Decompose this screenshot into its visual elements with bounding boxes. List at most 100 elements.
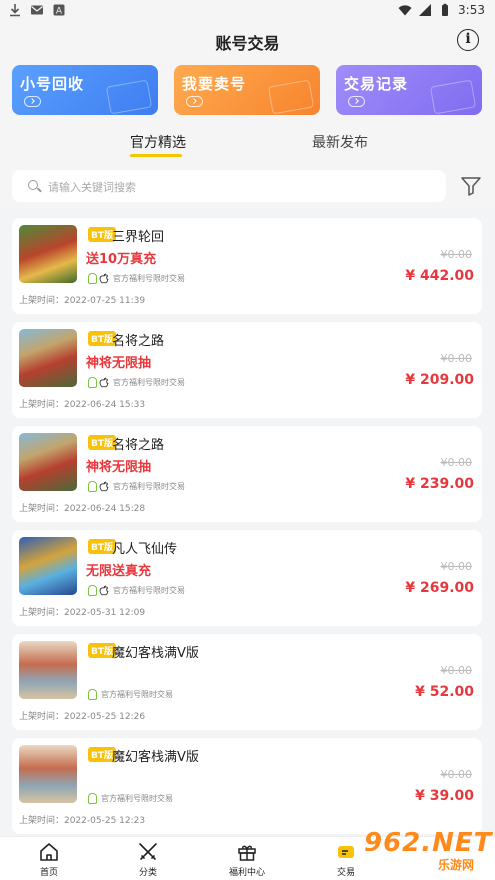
list-item[interactable]: BT版 凡人飞仙传 无限送真充 官方福利号限时交易 ¥0.00 ¥ 269.00… <box>12 530 482 626</box>
price: ¥ 39.00 <box>415 788 474 804</box>
game-name: 名将之路 <box>112 438 165 453</box>
original-price: ¥0.00 <box>440 768 473 781</box>
status-bar: A 3:53 <box>0 0 495 22</box>
watermark-logo: 962.NET 乐游网 <box>356 826 491 876</box>
platform-text: 官方福利号限时交易 <box>113 586 185 595</box>
nav-label: 分类 <box>138 868 157 878</box>
platform-text: 官方福利号限时交易 <box>101 690 173 699</box>
android-icon <box>88 585 97 596</box>
card-label: 小号回收 <box>20 75 85 93</box>
search-placeholder: 请输入关键词搜索 <box>48 181 136 194</box>
platform-text: 官方福利号限时交易 <box>101 794 173 803</box>
search-input[interactable]: 请输入关键词搜索 <box>12 170 446 202</box>
android-icon <box>88 793 97 804</box>
filter-icon[interactable] <box>460 175 482 197</box>
download-icon <box>10 4 20 17</box>
platform-info: 官方福利号限时交易 <box>88 585 185 596</box>
game-slogan: 无限送真充 <box>86 564 152 579</box>
arrow-right-icon <box>186 96 203 107</box>
card-label: 我要卖号 <box>182 75 247 93</box>
android-icon <box>88 377 97 388</box>
tab-latest[interactable]: 最新发布 <box>312 132 368 152</box>
info-icon[interactable]: i <box>457 29 479 51</box>
price: ¥ 209.00 <box>405 372 474 388</box>
nav-welfare[interactable]: 福利中心 <box>217 841 277 878</box>
battery-icon <box>442 3 449 16</box>
list-item[interactable]: BT版 名将之路 神将无限抽 官方福利号限时交易 ¥0.00 ¥ 209.00 … <box>12 322 482 418</box>
list-item[interactable]: BT版 魔幻客栈满V版 官方福利号限时交易 ¥0.00 ¥ 52.00 上架时间… <box>12 634 482 730</box>
platform-info: 官方福利号限时交易 <box>88 689 173 700</box>
listed-time: 上架时间：2022-05-31 12:09 <box>19 608 146 618</box>
listed-time: 上架时间：2022-06-24 15:33 <box>19 400 146 410</box>
platform-text: 官方福利号限时交易 <box>113 378 185 387</box>
watermark-subtext: 乐游网 <box>438 858 475 872</box>
search-icon <box>28 180 38 190</box>
nav-label: 福利中心 <box>228 868 265 878</box>
game-name: 名将之路 <box>112 334 165 349</box>
apple-icon <box>99 273 109 284</box>
arrow-right-icon <box>348 96 365 107</box>
android-icon <box>88 689 97 700</box>
recycle-account-card[interactable]: 小号回收 <box>12 65 158 115</box>
game-thumbnail <box>19 745 77 803</box>
record-icon <box>429 79 477 115</box>
platform-text: 官方福利号限时交易 <box>113 274 185 283</box>
apple-icon <box>99 377 109 388</box>
wallet-icon <box>105 79 153 115</box>
signal-icon <box>419 4 432 16</box>
list-item[interactable]: BT版 三界轮回 送10万真充 官方福利号限时交易 ¥0.00 ¥ 442.00… <box>12 218 482 314</box>
home-icon <box>40 843 58 861</box>
money-icon <box>267 79 315 115</box>
game-name: 魔幻客栈满V版 <box>112 646 199 661</box>
price: ¥ 52.00 <box>415 684 474 700</box>
apple-icon <box>99 481 109 492</box>
card-label: 交易记录 <box>344 75 409 93</box>
platform-info: 官方福利号限时交易 <box>88 793 173 804</box>
status-time: 3:53 <box>458 3 485 17</box>
listed-time: 上架时间：2022-06-24 15:28 <box>19 504 146 514</box>
android-icon <box>88 273 97 284</box>
platform-text: 官方福利号限时交易 <box>113 482 185 491</box>
top-area: 小号回收 我要卖号 交易记录 官方精选 最新发布 请输入关键词搜索 <box>0 60 495 210</box>
nav-category[interactable]: 分类 <box>118 841 178 878</box>
listed-time: 上架时间：2022-05-25 12:23 <box>19 816 146 826</box>
listed-time: 上架时间：2022-07-25 11:39 <box>19 296 146 306</box>
nav-label: 首页 <box>39 868 58 878</box>
game-thumbnail <box>19 225 77 283</box>
original-price: ¥0.00 <box>440 560 473 573</box>
page-title: 账号交易 <box>215 34 280 53</box>
original-price: ¥0.00 <box>440 456 473 469</box>
price: ¥ 442.00 <box>405 268 474 284</box>
trade-icon <box>338 846 354 858</box>
active-tab-indicator <box>130 154 182 157</box>
platform-info: 官方福利号限时交易 <box>88 481 185 492</box>
arrow-right-icon <box>24 96 41 107</box>
game-slogan: 送10万真充 <box>86 252 157 267</box>
trade-records-card[interactable]: 交易记录 <box>336 65 482 115</box>
price: ¥ 269.00 <box>405 580 474 596</box>
watermark-text: 962.NET <box>364 828 493 858</box>
original-price: ¥0.00 <box>440 248 473 261</box>
original-price: ¥0.00 <box>440 352 473 365</box>
platform-info: 官方福利号限时交易 <box>88 273 185 284</box>
header: 账号交易 i <box>0 22 495 60</box>
game-slogan: 神将无限抽 <box>86 356 152 371</box>
sell-account-card[interactable]: 我要卖号 <box>174 65 320 115</box>
list-item[interactable]: BT版 名将之路 神将无限抽 官方福利号限时交易 ¥0.00 ¥ 239.00 … <box>12 426 482 522</box>
nav-home[interactable]: 首页 <box>19 841 79 878</box>
platform-info: 官方福利号限时交易 <box>88 377 185 388</box>
original-price: ¥0.00 <box>440 664 473 677</box>
game-name: 三界轮回 <box>112 230 165 245</box>
game-name: 凡人飞仙传 <box>112 542 178 557</box>
game-slogan: 神将无限抽 <box>86 460 152 475</box>
swords-icon <box>139 843 157 860</box>
gift-icon <box>238 845 256 861</box>
game-thumbnail <box>19 329 77 387</box>
apple-icon <box>99 585 109 596</box>
app-a-icon: A <box>53 4 65 17</box>
tab-official-picks[interactable]: 官方精选 <box>130 132 186 152</box>
wifi-icon <box>398 5 412 16</box>
mail-icon <box>31 5 43 15</box>
price: ¥ 239.00 <box>405 476 474 492</box>
list-item[interactable]: BT版 魔幻客栈满V版 官方福利号限时交易 ¥0.00 ¥ 39.00 上架时间… <box>12 738 482 834</box>
